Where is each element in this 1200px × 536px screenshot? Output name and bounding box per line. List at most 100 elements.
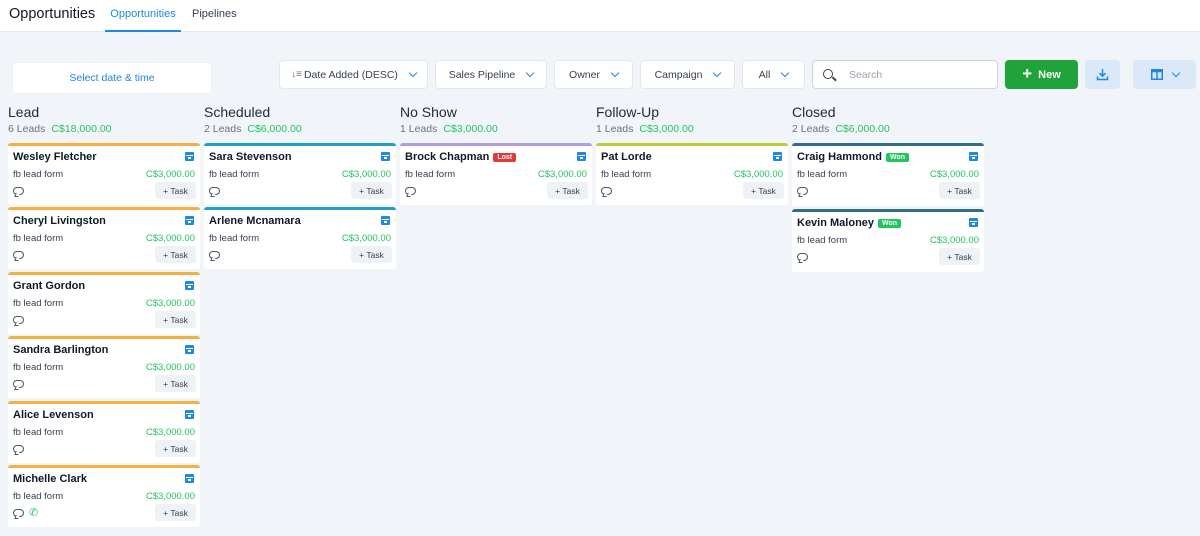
lead-source: fb lead form <box>209 233 260 244</box>
contact-name: Arlene Mcnamara <box>209 215 301 227</box>
calendar-icon[interactable] <box>577 152 586 161</box>
add-task-button[interactable]: + Task <box>155 311 196 328</box>
opportunity-value: C$3,000.00 <box>929 235 979 246</box>
chat-icon[interactable] <box>601 187 612 195</box>
opportunity-card[interactable]: Alice Levenson fb lead form C$3,000.00 +… <box>8 401 200 463</box>
column-meta: 2 Leads C$6,000.00 <box>204 123 396 135</box>
column-title: Scheduled <box>204 104 271 120</box>
lead-source: fb lead form <box>797 169 848 180</box>
lead-source: fb lead form <box>797 235 848 246</box>
chat-icon[interactable] <box>797 253 808 261</box>
calendar-icon[interactable] <box>185 474 194 483</box>
calendar-icon[interactable] <box>185 345 194 354</box>
calendar-icon[interactable] <box>185 152 194 161</box>
chat-icon[interactable] <box>13 187 24 195</box>
column-follow-up: Follow-Up 1 Leads C$3,000.00 Pat Lorde fb… <box>596 104 788 205</box>
column-no-show: No Show 1 Leads C$3,000.00 Brock Chapman L… <box>400 104 592 205</box>
view-options-button[interactable] <box>1133 60 1196 89</box>
tab-opportunities[interactable]: Opportunities <box>105 8 181 32</box>
column-meta: 6 Leads C$18,000.00 <box>8 123 200 135</box>
opportunity-card[interactable]: Brock Chapman Lost fb lead form C$3,000.0… <box>400 143 592 205</box>
lead-source: fb lead form <box>13 298 64 309</box>
add-task-button[interactable]: + Task <box>155 246 196 263</box>
chat-icon[interactable] <box>13 445 24 453</box>
chevron-down-icon <box>610 68 620 78</box>
status-dropdown[interactable]: All <box>742 60 805 89</box>
opportunity-card[interactable]: Craig Hammond Won fb lead form C$3,000.00… <box>792 143 984 206</box>
search-box <box>812 60 998 89</box>
calendar-icon[interactable] <box>185 216 194 225</box>
opportunity-card[interactable]: Grant Gordon fb lead form C$3,000.00 + T… <box>8 272 200 334</box>
add-task-button[interactable]: + Task <box>155 182 196 199</box>
sort-dropdown[interactable]: ↓≡ Date Added (DESC) <box>279 60 428 89</box>
add-task-button[interactable]: + Task <box>155 440 196 457</box>
calendar-icon[interactable] <box>969 152 978 161</box>
chat-icon[interactable] <box>405 187 416 195</box>
contact-name: Wesley Fletcher <box>13 151 97 163</box>
column-amount: C$3,000.00 <box>443 123 498 135</box>
opportunity-card[interactable]: Arlene Mcnamara fb lead form C$3,000.00 … <box>204 207 396 269</box>
contact-name: Kevin Maloney Won <box>797 217 902 229</box>
pipeline-label: Sales Pipeline <box>448 68 516 81</box>
opportunity-card[interactable]: Sara Stevenson fb lead form C$3,000.00 +… <box>204 143 396 205</box>
chat-icon[interactable] <box>13 316 24 324</box>
opportunity-card[interactable]: Cheryl Livingston fb lead form C$3,000.0… <box>8 207 200 269</box>
chat-icon[interactable] <box>209 187 220 195</box>
opportunity-card[interactable]: Michelle Clark fb lead form C$3,000.00 ✆… <box>8 465 200 527</box>
opportunity-value: C$3,000.00 <box>733 169 783 180</box>
top-bar: Opportunities Opportunities Pipelines <box>0 0 1200 32</box>
opportunity-value: C$3,000.00 <box>341 233 391 244</box>
opportunity-card[interactable]: Pat Lorde fb lead form C$3,000.00 + Task <box>596 143 788 205</box>
lead-source: fb lead form <box>405 169 456 180</box>
chat-icon[interactable] <box>209 251 220 259</box>
add-task-button[interactable]: + Task <box>743 182 784 199</box>
contact-name: Cheryl Livingston <box>13 215 106 227</box>
opportunity-value: C$3,000.00 <box>145 362 195 373</box>
campaign-dropdown[interactable]: Campaign <box>640 60 735 89</box>
chevron-down-icon <box>408 68 418 78</box>
search-input[interactable] <box>849 66 989 84</box>
chat-icon[interactable] <box>13 251 24 259</box>
opportunity-value: C$3,000.00 <box>145 233 195 244</box>
add-task-button[interactable]: + Task <box>351 246 392 263</box>
chat-icon[interactable] <box>797 187 808 195</box>
lead-source: fb lead form <box>13 491 64 502</box>
download-button[interactable] <box>1085 60 1120 89</box>
add-task-button[interactable]: + Task <box>351 182 392 199</box>
opportunity-value: C$3,000.00 <box>145 427 195 438</box>
add-task-button[interactable]: + Task <box>155 375 196 392</box>
opportunity-card[interactable]: Sandra Barlington fb lead form C$3,000.0… <box>8 336 200 398</box>
calendar-icon[interactable] <box>185 410 194 419</box>
chat-icon[interactable] <box>13 380 24 388</box>
column-amount: C$3,000.00 <box>639 123 694 135</box>
tab-pipelines[interactable]: Pipelines <box>192 8 237 32</box>
opportunity-value: C$3,000.00 <box>145 298 195 309</box>
lead-count: 6 Leads <box>8 123 46 135</box>
add-task-button[interactable]: + Task <box>547 182 588 199</box>
pipeline-dropdown[interactable]: Sales Pipeline <box>435 60 547 89</box>
contact-name: Grant Gordon <box>13 280 86 292</box>
opportunity-card[interactable]: Wesley Fletcher fb lead form C$3,000.00 … <box>8 143 200 205</box>
opportunity-card[interactable]: Kevin Maloney Won fb lead form C$3,000.00… <box>792 209 984 272</box>
chat-icon[interactable] <box>13 509 24 517</box>
calendar-icon[interactable] <box>185 281 194 290</box>
add-task-button[interactable]: + Task <box>155 504 196 521</box>
phone-icon[interactable]: ✆ <box>29 506 38 519</box>
new-opportunity-button[interactable]: + New <box>1005 60 1078 89</box>
opportunity-value: C$3,000.00 <box>145 169 195 180</box>
calendar-icon[interactable] <box>381 216 390 225</box>
calendar-icon[interactable] <box>773 152 782 161</box>
calendar-icon[interactable] <box>381 152 390 161</box>
add-task-button[interactable]: + Task <box>939 248 980 265</box>
date-time-picker[interactable]: Select date & time <box>12 62 212 94</box>
owner-dropdown[interactable]: Owner <box>554 60 633 89</box>
new-button-label: New <box>1038 68 1061 81</box>
sort-icon: ↓≡ <box>291 69 302 80</box>
opportunity-value: C$3,000.00 <box>929 169 979 180</box>
contact-name: Sara Stevenson <box>209 151 292 163</box>
lost-badge: Lost <box>493 152 517 162</box>
contact-name: Alice Levenson <box>13 409 94 421</box>
calendar-icon[interactable] <box>969 218 978 227</box>
opportunity-value: C$3,000.00 <box>341 169 391 180</box>
add-task-button[interactable]: + Task <box>939 182 980 199</box>
